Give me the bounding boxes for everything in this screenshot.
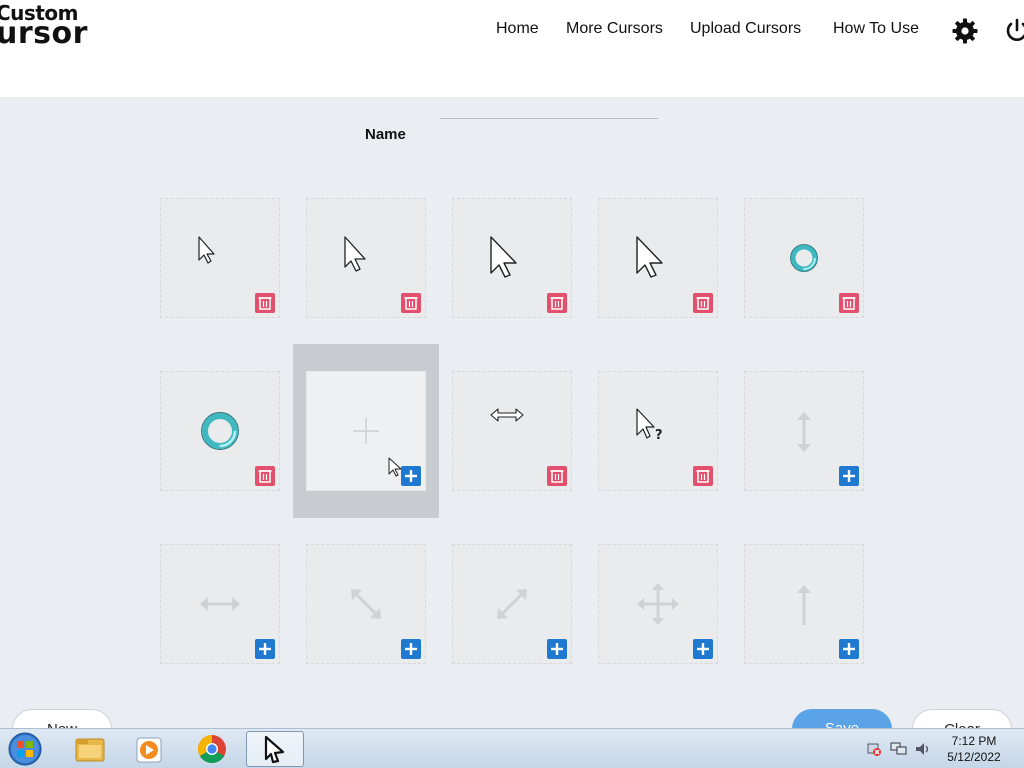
nav-more-cursors[interactable]: More Cursors bbox=[566, 20, 663, 44]
cursor-slot-7[interactable] bbox=[306, 371, 426, 491]
clear-button[interactable]: Clear bbox=[912, 709, 1012, 728]
media-player-icon bbox=[136, 737, 162, 763]
nav-how-to-use[interactable]: How To Use bbox=[833, 20, 919, 44]
cursor-slot-1[interactable] bbox=[160, 198, 280, 318]
system-clock[interactable]: 7:12 PM 5/12/2022 bbox=[938, 733, 1010, 765]
cursor-slot-14[interactable] bbox=[598, 544, 718, 664]
taskbar: 7:12 PM 5/12/2022 bbox=[0, 728, 1024, 768]
trash-icon bbox=[550, 297, 564, 310]
save-button[interactable]: Save bbox=[792, 709, 892, 728]
name-input[interactable] bbox=[440, 113, 658, 119]
cursor-slot-5[interactable] bbox=[744, 198, 864, 318]
cursor-slot-6[interactable] bbox=[160, 371, 280, 491]
name-label: Name bbox=[365, 126, 406, 143]
plus-icon bbox=[405, 470, 417, 482]
header: Custom ursor Home More Cursors Upload Cu… bbox=[0, 0, 1024, 97]
cursor-slot-10[interactable] bbox=[744, 371, 864, 491]
cursor-slot-2[interactable] bbox=[306, 198, 426, 318]
plus-icon bbox=[405, 643, 417, 655]
delete-button[interactable] bbox=[839, 293, 859, 313]
network-warning-icon[interactable] bbox=[866, 741, 882, 757]
chrome-icon bbox=[198, 735, 226, 763]
clock-date: 5/12/2022 bbox=[947, 750, 1001, 764]
add-button[interactable] bbox=[255, 639, 275, 659]
trash-icon bbox=[258, 470, 272, 483]
power-icon[interactable] bbox=[1003, 17, 1024, 45]
cursor-slot-8[interactable] bbox=[452, 371, 572, 491]
custom-cursor-app-icon bbox=[264, 735, 285, 764]
add-button[interactable] bbox=[547, 639, 567, 659]
nav-home[interactable]: Home bbox=[496, 20, 539, 44]
cursor-slot-4[interactable] bbox=[598, 198, 718, 318]
taskbar-media-player[interactable] bbox=[122, 731, 178, 767]
plus-icon bbox=[551, 643, 563, 655]
trash-icon bbox=[404, 297, 418, 310]
taskbar-explorer[interactable] bbox=[62, 731, 118, 767]
add-button[interactable] bbox=[401, 639, 421, 659]
trash-icon bbox=[258, 297, 272, 310]
cursor-slot-9[interactable]: ? bbox=[598, 371, 718, 491]
cursor-slot-11[interactable] bbox=[160, 544, 280, 664]
plus-icon bbox=[259, 643, 271, 655]
taskbar-chrome[interactable] bbox=[184, 731, 240, 767]
plus-icon bbox=[843, 470, 855, 482]
delete-button[interactable] bbox=[547, 293, 567, 313]
trash-icon bbox=[696, 297, 710, 310]
delete-button[interactable] bbox=[693, 466, 713, 486]
taskbar-custom-cursor[interactable] bbox=[246, 731, 304, 767]
nav-upload-cursors[interactable]: Upload Cursors bbox=[690, 20, 801, 44]
cursor-slot-13[interactable] bbox=[452, 544, 572, 664]
volume-icon[interactable] bbox=[914, 741, 932, 757]
network-icon[interactable] bbox=[890, 741, 908, 757]
main-panel: Name ? bbox=[0, 97, 1024, 728]
add-button[interactable] bbox=[401, 466, 421, 486]
cursor-slot-15[interactable] bbox=[744, 544, 864, 664]
start-button-icon[interactable] bbox=[5, 730, 45, 768]
add-button[interactable] bbox=[693, 639, 713, 659]
add-button[interactable] bbox=[839, 466, 859, 486]
plus-icon bbox=[697, 643, 709, 655]
trash-icon bbox=[696, 470, 710, 483]
folder-icon bbox=[75, 738, 105, 762]
add-button[interactable] bbox=[839, 639, 859, 659]
trash-icon bbox=[842, 297, 856, 310]
clock-time: 7:12 PM bbox=[951, 734, 997, 748]
cursor-slot-12[interactable] bbox=[306, 544, 426, 664]
delete-button[interactable] bbox=[693, 293, 713, 313]
logo-line2: ursor bbox=[0, 16, 88, 51]
plus-icon bbox=[843, 643, 855, 655]
new-button[interactable]: New bbox=[12, 709, 112, 728]
delete-button[interactable] bbox=[401, 293, 421, 313]
trash-icon bbox=[550, 470, 564, 483]
delete-button[interactable] bbox=[255, 466, 275, 486]
delete-button[interactable] bbox=[255, 293, 275, 313]
app-logo[interactable]: Custom ursor bbox=[0, 3, 88, 51]
cursor-slot-3[interactable] bbox=[452, 198, 572, 318]
delete-button[interactable] bbox=[547, 466, 567, 486]
gear-icon[interactable] bbox=[951, 17, 979, 45]
svg-text:?: ? bbox=[655, 428, 663, 443]
